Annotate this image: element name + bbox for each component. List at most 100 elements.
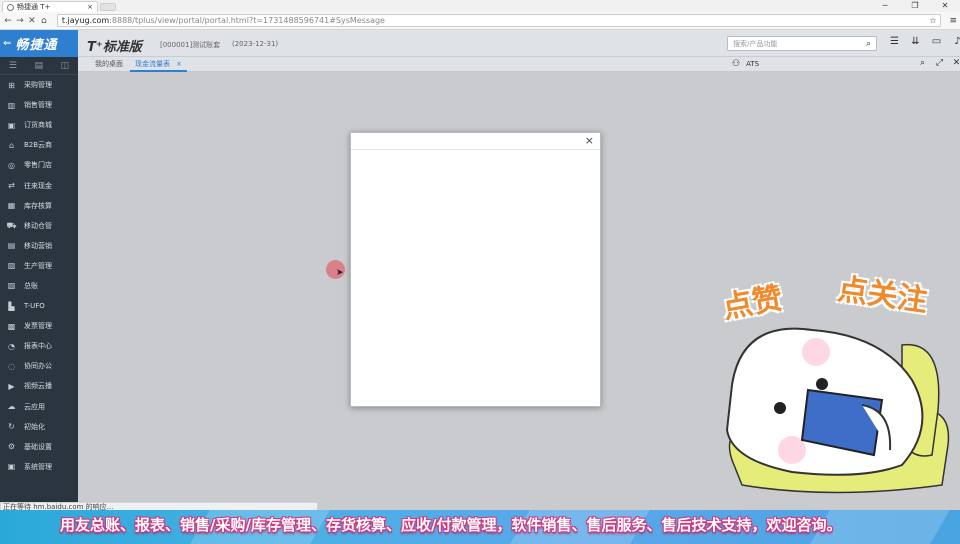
- star-icon[interactable]: ☆: [929, 16, 936, 25]
- sidebar-item-label: T-UFO: [24, 302, 45, 311]
- sort-icon[interactable]: ⇊: [905, 36, 926, 47]
- cloud-app-icon: ☁: [7, 402, 16, 412]
- chart-icon: ▥: [7, 100, 16, 110]
- app-header: ⇐ 畅捷通 T⁺标准版 [000001]测试账套 (2023-12-31) 搜索…: [0, 30, 960, 57]
- forward-button[interactable]: →: [15, 16, 25, 26]
- sidebar-item[interactable]: ▥ 销售管理: [0, 95, 78, 115]
- sidebar-item-label: 移动仓管: [24, 221, 52, 230]
- product-name: T⁺标准版: [87, 40, 142, 55]
- factory-icon: ▨: [7, 261, 16, 271]
- sidebar-item-label: 视频云播: [24, 382, 52, 391]
- close-window-button[interactable]: ✕: [930, 0, 960, 12]
- close-tab-icon[interactable]: ×: [87, 3, 93, 11]
- system-icon: ▣: [7, 462, 16, 472]
- seal-sticker: 点赞 点关注: [712, 260, 960, 500]
- exchange-icon: ⇄: [8, 181, 15, 191]
- stop-button[interactable]: ✕: [27, 16, 37, 26]
- sidebar-item[interactable]: ▙ T-UFO: [0, 296, 78, 316]
- sidebar-item[interactable]: ▣ 订货商城: [0, 115, 78, 135]
- sidebar-item-label: 总账: [24, 281, 38, 290]
- mobile-marketing-icon: ▤: [7, 241, 16, 251]
- search-icon[interactable]: ⌕: [914, 58, 931, 68]
- maximize-button[interactable]: ❐: [900, 0, 930, 12]
- sidebar-item[interactable]: ▦ 库存核算: [0, 196, 78, 216]
- ledger-icon: ▧: [7, 281, 16, 291]
- sidebar-item[interactable]: ◔ 报表中心: [0, 336, 78, 356]
- sidebar-item-label: 往来现金: [24, 181, 52, 190]
- minimize-button[interactable]: ─: [870, 0, 900, 12]
- sidebar-item-label: 协同办公: [24, 362, 52, 371]
- sidebar-item-label: 零售门店: [24, 161, 52, 170]
- user-info[interactable]: ⚇ ATS: [732, 59, 759, 69]
- browser-tabstrip: 畅捷通 T+ × ─ ❐ ✕: [0, 0, 960, 12]
- screen-icon[interactable]: ▭: [926, 36, 947, 47]
- sidebar: ☰ ▤ ◫ ⊞ 采购管理 ▥ 销售管理 ▣ 订货商城 ⌂ B2B云商 ◎ 零售门店 ⇄ 往来现金 ▦ 库存…: [0, 57, 78, 544]
- tab-my-desktop[interactable]: 我的桌面: [90, 57, 128, 72]
- sidebar-item[interactable]: ↻ 初始化: [0, 417, 78, 437]
- new-tab-button[interactable]: [100, 3, 116, 11]
- seal-illustration: [725, 327, 950, 494]
- truck-icon: ⛟: [6, 221, 17, 231]
- panel-icon[interactable]: ◫: [61, 61, 70, 71]
- sidebar-item[interactable]: ▨ 生产管理: [0, 256, 78, 276]
- sidebar-item[interactable]: ⌂ B2B云商: [0, 135, 78, 155]
- sidebar-item[interactable]: ▣ 系统管理: [0, 457, 78, 477]
- close-tab-icon[interactable]: ×: [176, 60, 182, 68]
- dialog-close-button[interactable]: ×: [585, 134, 594, 147]
- cart-icon: ⊞: [8, 80, 15, 90]
- grid-icon[interactable]: ▤: [35, 61, 44, 71]
- menu-icon[interactable]: ☰: [9, 61, 17, 71]
- sidebar-list: ⊞ 采购管理 ▥ 销售管理 ▣ 订货商城 ⌂ B2B云商 ◎ 零售门店 ⇄ 往来现金 ▦ 库存核算 ⛟ 移动仓…: [0, 75, 78, 477]
- sidebar-item[interactable]: ▶ 视频云播: [0, 376, 78, 396]
- url-field[interactable]: t.jayug.com :8888/tplus/view/portal/port…: [56, 14, 942, 27]
- sidebar-item[interactable]: ☁ 云应用: [0, 397, 78, 417]
- browser-menu-icon[interactable]: ≡: [949, 16, 957, 26]
- company-name: [000001]测试账套: [160, 41, 221, 49]
- sidebar-item-label: 销售管理: [24, 101, 52, 110]
- sidebar-item-label: 基础设置: [24, 442, 52, 451]
- close-icon[interactable]: ✕: [948, 58, 960, 68]
- search-icon[interactable]: ⌕: [866, 39, 871, 49]
- banner-text: 用友总账、报表、销售/采购/库存管理、存货核算、应收/付款管理，软件销售、售后服…: [60, 516, 842, 534]
- fullscreen-icon[interactable]: ⤢: [931, 58, 948, 68]
- collab-icon: ◌: [8, 361, 15, 371]
- sidebar-item[interactable]: ▧ 总账: [0, 276, 78, 296]
- report-center-icon: ◔: [8, 341, 15, 351]
- sidebar-item-label: 发票管理: [24, 322, 52, 331]
- sidebar-item-label: 云应用: [24, 402, 45, 411]
- sidebar-item[interactable]: ▤ 移动营销: [0, 236, 78, 256]
- sidebar-item[interactable]: ▩ 发票管理: [0, 316, 78, 336]
- search-input[interactable]: 搜索/产品功能 ⌕: [727, 36, 877, 51]
- home-button[interactable]: ⌂: [39, 16, 49, 26]
- tab-label: 我的桌面: [95, 60, 123, 68]
- back-arrow-icon[interactable]: ⇐: [3, 38, 11, 49]
- url-host: t.jayug.com: [61, 16, 110, 25]
- sidebar-item-label: 移动营销: [24, 241, 52, 250]
- list-icon[interactable]: ☰: [884, 36, 905, 47]
- settings-icon: ⚙: [7, 442, 16, 452]
- sidebar-item[interactable]: ◎ 零售门店: [0, 155, 78, 175]
- back-button[interactable]: ←: [3, 16, 13, 26]
- sidebar-item[interactable]: ◌ 协同办公: [0, 356, 78, 376]
- brand-name: 畅捷通: [15, 38, 58, 53]
- sidebar-item[interactable]: ⛟ 移动仓管: [0, 216, 78, 236]
- sidebar-item-label: B2B云商: [24, 141, 53, 150]
- sidebar-item[interactable]: ⊞ 采购管理: [0, 75, 78, 95]
- loading-icon: [7, 3, 14, 11]
- sidebar-toolbar: ☰ ▤ ◫: [0, 57, 78, 75]
- sidebar-item[interactable]: ⚙ 基础设置: [0, 437, 78, 457]
- search-placeholder: 搜索/产品功能: [733, 39, 778, 48]
- user-name: ATS: [746, 60, 760, 68]
- report-icon: ▙: [8, 301, 15, 311]
- bell-icon[interactable]: ♪: [947, 36, 960, 47]
- browser-tab[interactable]: 畅捷通 T+ ×: [2, 1, 98, 12]
- window-controls: ─ ❐ ✕: [870, 0, 960, 12]
- brand-logo[interactable]: ⇐ 畅捷通: [0, 30, 78, 57]
- sidebar-item-label: 库存核算: [24, 201, 52, 210]
- header-icons: ☰ ⇊ ▭ ♪ ?: [884, 36, 960, 47]
- tab-tools: ⌕ ⤢ ✕: [914, 58, 960, 68]
- video-icon: ▶: [8, 381, 15, 391]
- invoice-icon: ▩: [7, 321, 16, 331]
- tab-cash-flow[interactable]: 现金流量表 ×: [130, 57, 187, 72]
- sidebar-item[interactable]: ⇄ 往来现金: [0, 175, 78, 195]
